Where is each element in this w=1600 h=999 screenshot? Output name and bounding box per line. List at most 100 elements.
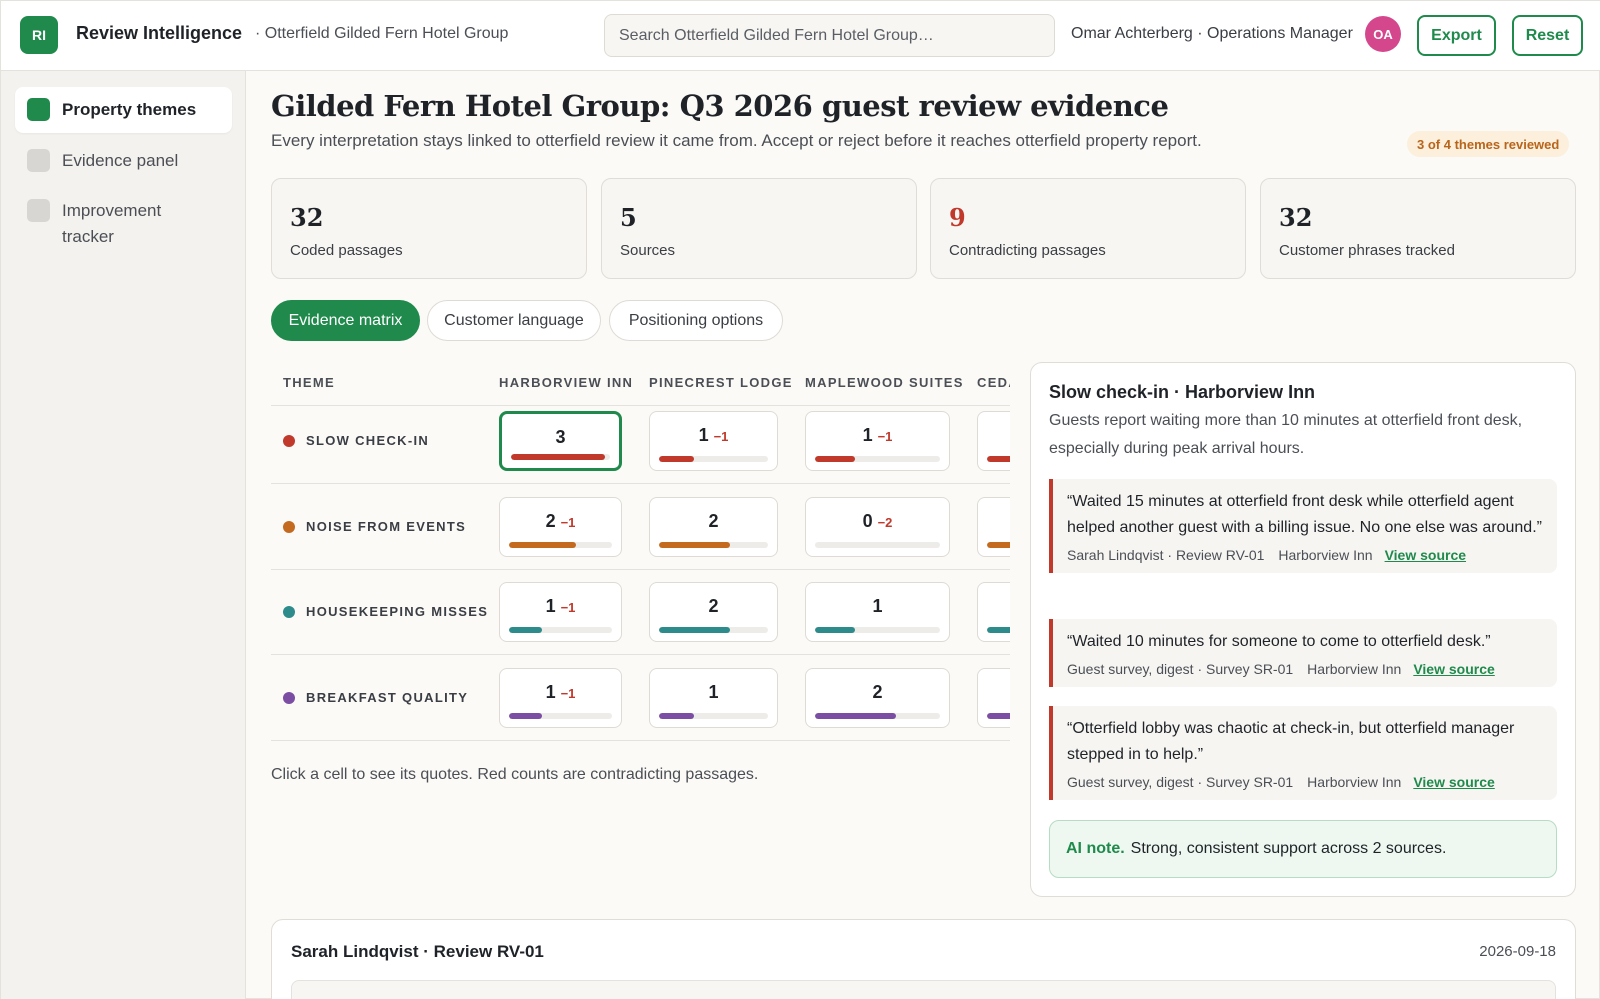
- evidence-bar-track: [987, 456, 1010, 462]
- evidence-bar-fill: [987, 713, 1010, 719]
- divider: [271, 654, 1010, 655]
- matrix-cell[interactable]: 0 −2: [805, 497, 950, 557]
- quote-source: Guest survey, digest · Survey SR-01: [1067, 661, 1294, 677]
- evidence-bar-track: [659, 542, 768, 548]
- page-subtitle: Every interpretation stays linked to ott…: [271, 131, 1202, 150]
- cell-count: 2: [806, 682, 949, 703]
- contradicting-count: −1: [560, 686, 576, 701]
- quote-card: “Waited 10 minutes for someone to come t…: [1049, 619, 1557, 687]
- divider: [271, 405, 1010, 406]
- property-themes-icon: [27, 98, 50, 121]
- passage-count: 3: [555, 427, 566, 447]
- column-header: HARBORVIEW INN: [499, 375, 634, 390]
- column-header: PINECREST LODGE: [649, 375, 793, 390]
- column-header-theme: THEME: [283, 375, 335, 390]
- matrix-cell[interactable]: 2: [649, 582, 778, 642]
- matrix-cell[interactable]: 1: [805, 582, 950, 642]
- matrix-cell[interactable]: 1: [649, 668, 778, 728]
- evidence-bar-track: [987, 713, 1010, 719]
- evidence-bar-track: [659, 713, 768, 719]
- matrix-cell[interactable]: 1 −1: [649, 411, 778, 471]
- quote-meta: Sarah Lindqvist · Review RV-01 Harborvie…: [1067, 547, 1543, 563]
- passage-count: 2: [708, 511, 719, 531]
- quote-text: “Otterfield lobby was chaotic at check-i…: [1067, 720, 1515, 763]
- tab-evidence-matrix[interactable]: Evidence matrix: [271, 300, 420, 341]
- matrix-cell[interactable]: [977, 411, 1010, 471]
- stat-label: Sources: [620, 242, 676, 259]
- cell-count: 3: [502, 427, 619, 448]
- quote-card: “Waited 15 minutes at otterfield front d…: [1049, 479, 1557, 573]
- evidence-bar-fill: [659, 542, 730, 548]
- evidence-bar-track: [509, 627, 612, 633]
- matrix-cell[interactable]: 2 −1: [499, 497, 622, 557]
- cell-count: 1 −1: [650, 425, 777, 446]
- evidence-bar-track: [511, 454, 610, 460]
- cell-count: 1 −1: [500, 682, 621, 703]
- app-window: RI Review Intelligence · Otterfield Gild…: [0, 0, 1600, 999]
- evidence-description: Guests report waiting more than 10 minut…: [1049, 412, 1523, 457]
- matrix-cell[interactable]: [977, 582, 1010, 642]
- cell-count: 1 −1: [806, 425, 949, 446]
- evidence-bar-fill: [815, 713, 897, 719]
- quote-text: “Waited 10 minutes for someone to come t…: [1067, 633, 1491, 650]
- evidence-bar-fill: [511, 454, 606, 460]
- matrix-cell[interactable]: 1 −1: [805, 411, 950, 471]
- passage-count: 1: [545, 682, 556, 702]
- export-button[interactable]: Export: [1417, 15, 1496, 56]
- passage-count: 0: [862, 511, 873, 531]
- avatar[interactable]: OA: [1365, 16, 1401, 52]
- evidence-bar-track: [509, 542, 612, 548]
- stat-card-sources: 5 Sources: [601, 178, 917, 279]
- review-card: Sarah Lindqvist · Review RV-01 2026-09-1…: [271, 919, 1576, 999]
- matrix-cell[interactable]: 1 −1: [499, 582, 622, 642]
- quote-property: Harborview Inn: [1307, 774, 1402, 790]
- quote-property: Harborview Inn: [1278, 547, 1373, 563]
- sidebar-item-evidence-panel[interactable]: Evidence panel: [15, 138, 232, 184]
- matrix-cell[interactable]: 3: [499, 411, 622, 471]
- quote-source: Sarah Lindqvist · Review RV-01: [1067, 547, 1265, 563]
- stat-card-customer-phrases: 32 Customer phrases tracked: [1260, 178, 1576, 279]
- tab-customer-language[interactable]: Customer language: [427, 300, 601, 341]
- view-source-link[interactable]: View source: [1385, 547, 1466, 563]
- theme-color-dot: [283, 605, 295, 618]
- evidence-bar-track: [659, 627, 768, 633]
- contradicting-count: −1: [877, 429, 893, 444]
- evidence-panel-icon: [27, 149, 50, 172]
- evidence-bar-fill: [987, 456, 1010, 462]
- evidence-bar-fill: [815, 456, 855, 462]
- matrix-cell[interactable]: [977, 497, 1010, 557]
- passage-count: 1: [872, 596, 883, 616]
- review-card-body: [291, 980, 1556, 999]
- ai-note-text: Strong, consistent support across 2 sour…: [1130, 840, 1447, 857]
- passage-count: 2: [545, 511, 556, 531]
- view-source-link[interactable]: View source: [1413, 661, 1494, 677]
- stat-value: 9: [949, 203, 966, 232]
- matrix-cell[interactable]: [977, 668, 1010, 728]
- evidence-bar-fill: [509, 542, 576, 548]
- reset-button[interactable]: Reset: [1512, 15, 1583, 56]
- matrix-cell[interactable]: 2: [805, 668, 950, 728]
- matrix-cell[interactable]: 1 −1: [499, 668, 622, 728]
- search-input[interactable]: [604, 14, 1055, 57]
- sidebar-item-improvement-tracker[interactable]: Improvement tracker: [15, 188, 195, 260]
- passage-count: 1: [708, 682, 719, 702]
- matrix-cell[interactable]: 2: [649, 497, 778, 557]
- cell-count: 2: [650, 511, 777, 532]
- quote-text: “Waited 15 minutes at otterfield front d…: [1067, 493, 1542, 536]
- ai-note-label: AI note.: [1066, 840, 1125, 857]
- theme-row-label: BREAKFAST QUALITY: [283, 690, 468, 705]
- user-name: Omar Achterberg · Operations Manager: [1071, 25, 1353, 42]
- app-title: Review Intelligence: [76, 23, 243, 43]
- quote-property: Harborview Inn: [1307, 661, 1402, 677]
- tab-positioning-options[interactable]: Positioning options: [609, 300, 783, 341]
- theme-name: BREAKFAST QUALITY: [306, 690, 469, 705]
- evidence-bar-fill: [987, 542, 1010, 548]
- evidence-bar-track: [815, 542, 940, 548]
- evidence-bar-track: [815, 713, 940, 719]
- stat-value: 32: [1279, 203, 1313, 232]
- sidebar-item-property-themes[interactable]: Property themes: [15, 87, 232, 133]
- view-source-link[interactable]: View source: [1413, 774, 1494, 790]
- stat-label: Customer phrases tracked: [1279, 242, 1455, 259]
- review-card-date: 2026-09-18: [1479, 943, 1556, 960]
- theme-color-dot: [283, 434, 295, 447]
